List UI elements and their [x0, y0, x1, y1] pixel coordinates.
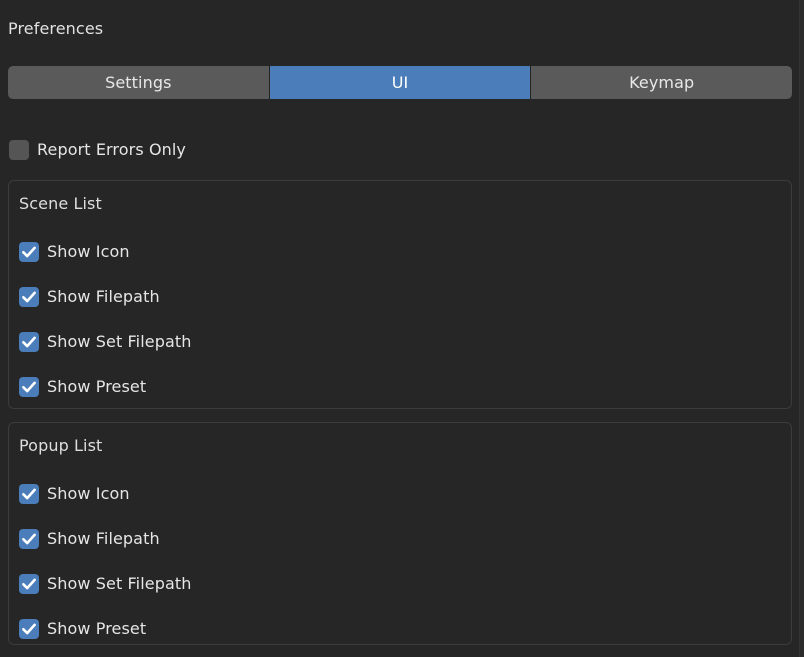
checkbox-label: Show Set Filepath: [47, 331, 192, 351]
checkbox-row[interactable]: Show Set Filepath: [19, 319, 781, 364]
checkbox-show-set-filepath[interactable]: [19, 573, 39, 594]
checkbox-label: Report Errors Only: [37, 140, 186, 159]
checkbox-row-report-errors-only[interactable]: Report Errors Only: [9, 139, 186, 161]
checkbox-row[interactable]: Show Preset: [19, 606, 781, 651]
checkbox-row[interactable]: Show Icon: [19, 471, 781, 516]
checkbox-show-filepath[interactable]: [19, 286, 39, 307]
group-items: Show Icon Show Filepath Show Set Filepat…: [19, 229, 781, 409]
checkbox-show-preset[interactable]: [19, 618, 39, 639]
tab-ui[interactable]: UI: [269, 66, 532, 99]
checkbox-show-icon[interactable]: [19, 241, 39, 262]
tab-settings[interactable]: Settings: [8, 66, 270, 99]
checkbox-report-errors-only[interactable]: [9, 140, 29, 160]
group-popup-list: Popup List Show Icon Show Filepath Show …: [8, 422, 792, 645]
checkbox-row[interactable]: Show Icon: [19, 229, 781, 274]
checkbox-label: Show Preset: [47, 376, 147, 396]
group-scene-list: Scene List Show Icon Show Filepath Show …: [8, 180, 792, 409]
tab-label: Settings: [105, 73, 172, 92]
checkbox-show-preset[interactable]: [19, 376, 39, 397]
group-items: Show Icon Show Filepath Show Set Filepat…: [19, 471, 781, 651]
checkbox-label: Show Preset: [47, 618, 147, 638]
checkbox-row[interactable]: Show Filepath: [19, 516, 781, 561]
checkbox-label: Show Icon: [47, 483, 130, 503]
tab-label: Keymap: [629, 73, 695, 92]
tab-bar: Settings UI Keymap: [8, 66, 792, 99]
checkbox-show-set-filepath[interactable]: [19, 331, 39, 352]
checkbox-show-filepath[interactable]: [19, 528, 39, 549]
tab-keymap[interactable]: Keymap: [531, 66, 792, 99]
checkbox-row[interactable]: Show Set Filepath: [19, 561, 781, 606]
checkbox-row[interactable]: Show Filepath: [19, 274, 781, 319]
checkbox-label: Show Filepath: [47, 528, 160, 548]
checkbox-show-icon[interactable]: [19, 483, 39, 504]
checkbox-row[interactable]: Show Preset: [19, 364, 781, 409]
tab-label: UI: [391, 73, 409, 92]
group-title: Popup List: [19, 436, 103, 455]
checkbox-label: Show Icon: [47, 241, 130, 261]
group-title: Scene List: [19, 194, 102, 213]
checkbox-label: Show Set Filepath: [47, 573, 192, 593]
checkbox-label: Show Filepath: [47, 286, 160, 306]
page-title: Preferences: [8, 19, 104, 38]
vertical-scrollbar[interactable]: [799, 0, 804, 657]
